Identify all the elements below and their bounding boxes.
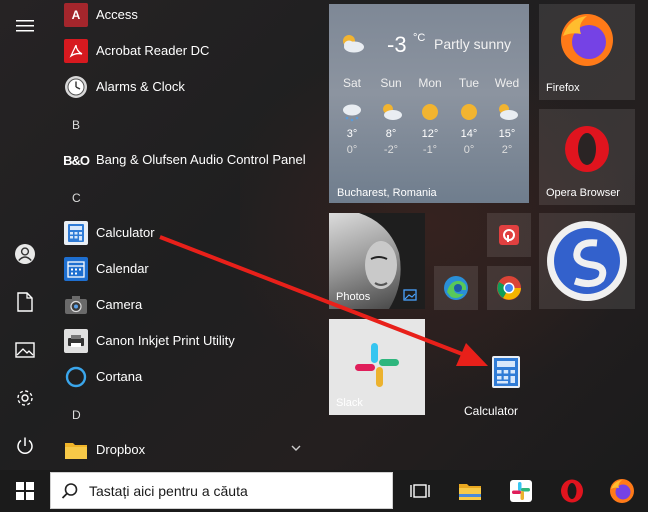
task-view-button[interactable] bbox=[396, 470, 444, 512]
firefox-icon bbox=[610, 479, 634, 503]
slack-icon bbox=[510, 480, 532, 502]
taskbar-file-explorer[interactable] bbox=[446, 470, 494, 512]
start-menu: A Access Acrobat Reader DC Alarms & Cloc… bbox=[0, 0, 648, 470]
taskbar-firefox[interactable] bbox=[598, 470, 646, 512]
taskbar-opera[interactable] bbox=[548, 470, 596, 512]
search-box[interactable]: Tastați aici pentru a căuta bbox=[50, 472, 393, 509]
search-placeholder: Tastați aici pentru a căuta bbox=[89, 483, 248, 499]
drag-arrow bbox=[159, 235, 488, 366]
taskbar-slack[interactable] bbox=[497, 470, 545, 512]
start-button[interactable] bbox=[0, 470, 50, 512]
search-icon bbox=[61, 483, 78, 499]
windows-icon bbox=[16, 482, 34, 500]
file-explorer-icon bbox=[459, 484, 481, 500]
task-view-icon bbox=[410, 484, 430, 498]
opera-icon bbox=[561, 479, 583, 503]
